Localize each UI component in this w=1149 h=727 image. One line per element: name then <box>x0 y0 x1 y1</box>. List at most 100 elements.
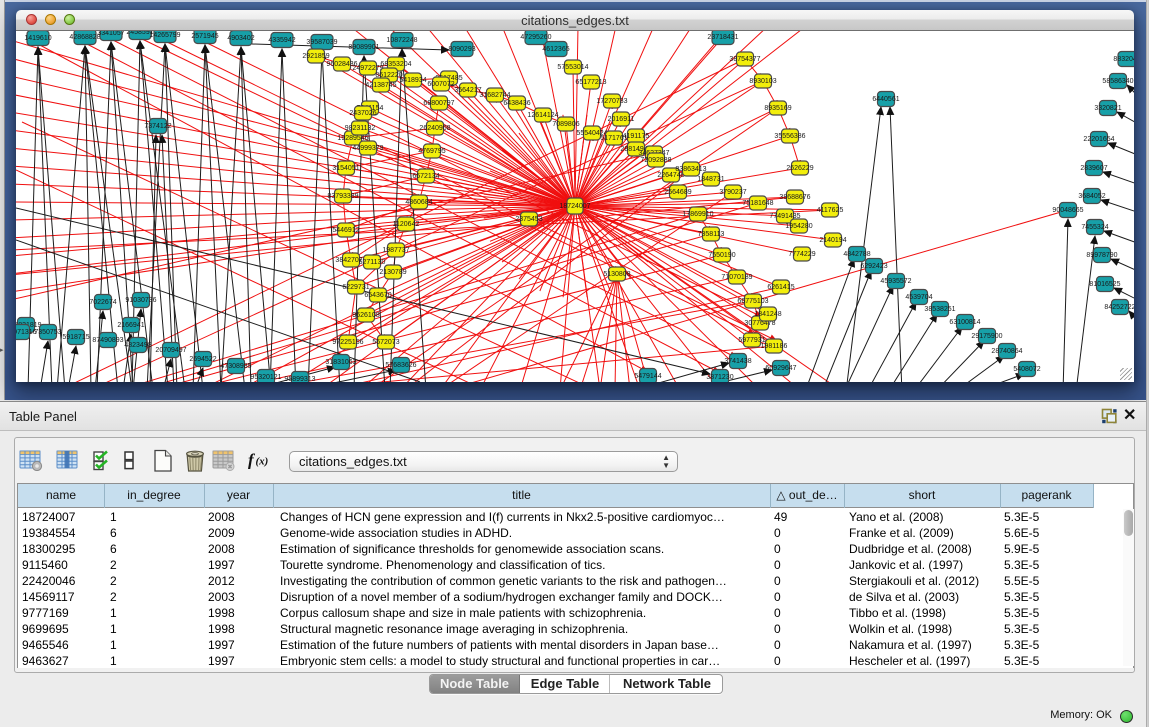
svg-text:45935572: 45935572 <box>880 278 911 285</box>
svg-text:8935169: 8935169 <box>764 105 791 112</box>
svg-text:89089901: 89089901 <box>348 44 379 51</box>
svg-text:10872248: 10872248 <box>386 37 417 44</box>
svg-text:2166941: 2166941 <box>117 322 144 329</box>
svg-text:24972279: 24972279 <box>352 65 383 72</box>
svg-text:20709497: 20709497 <box>155 347 186 354</box>
svg-text:(x): (x) <box>256 456 269 468</box>
svg-text:6007072: 6007072 <box>427 81 454 88</box>
svg-text:95899313: 95899313 <box>284 376 315 382</box>
svg-text:47308985: 47308985 <box>220 363 251 370</box>
svg-text:84252722: 84252722 <box>1104 304 1134 311</box>
svg-text:2564689: 2564689 <box>664 189 691 196</box>
svg-text:2921859: 2921859 <box>302 53 329 60</box>
svg-text:35556386: 35556386 <box>774 133 805 140</box>
svg-text:7089806: 7089806 <box>552 121 579 128</box>
svg-text:6229731: 6229731 <box>342 284 369 291</box>
svg-text:95320121: 95320121 <box>250 374 281 381</box>
svg-text:89978790: 89978790 <box>1086 252 1117 259</box>
svg-text:5918715: 5918715 <box>62 334 89 341</box>
svg-text:1848731: 1848731 <box>697 176 724 183</box>
svg-text:4191175: 4191175 <box>623 133 650 140</box>
svg-text:1981186: 1981186 <box>761 343 788 350</box>
svg-text:26240908: 26240908 <box>419 125 450 132</box>
svg-text:1954280: 1954280 <box>785 223 812 230</box>
svg-text:2264748: 2264748 <box>657 172 684 179</box>
svg-text:87490893: 87490893 <box>92 337 123 344</box>
svg-text:28740864: 28740864 <box>991 348 1022 355</box>
svg-text:6438436: 6438436 <box>503 100 530 107</box>
svg-text:8090293: 8090293 <box>448 46 475 53</box>
svg-text:14265799: 14265799 <box>149 32 180 39</box>
svg-text:3154051: 3154051 <box>332 165 359 172</box>
svg-text:6440561: 6440561 <box>872 96 899 103</box>
svg-text:2437026: 2437026 <box>349 110 376 117</box>
svg-text:88320463: 88320463 <box>1113 56 1134 63</box>
svg-text:5408072: 5408072 <box>1013 366 1040 373</box>
svg-text:60929647: 60929647 <box>765 365 796 372</box>
svg-text:7774229: 7774229 <box>788 251 815 258</box>
svg-text:31682744: 31682744 <box>479 92 510 99</box>
svg-text:5479144: 5479144 <box>634 373 661 380</box>
svg-text:17270733: 17270733 <box>596 98 627 105</box>
svg-text:4539704: 4539704 <box>905 294 932 301</box>
svg-text:4612365: 4612365 <box>542 46 569 53</box>
svg-text:66775103: 66775103 <box>737 298 768 305</box>
svg-text:2016911: 2016911 <box>608 116 635 123</box>
svg-text:2375453: 2375453 <box>515 216 542 223</box>
svg-text:38538251: 38538251 <box>924 306 955 313</box>
svg-text:44999379: 44999379 <box>352 145 383 152</box>
svg-text:6261415: 6261415 <box>767 284 794 291</box>
svg-text:72092888: 72092888 <box>640 157 671 164</box>
svg-text:8930103: 8930103 <box>749 78 776 85</box>
svg-text:98231132: 98231132 <box>345 125 376 132</box>
svg-text:3871230: 3871230 <box>706 374 733 381</box>
svg-text:68353204: 68353204 <box>380 61 411 68</box>
svg-text:81016525: 81016525 <box>1089 281 1120 288</box>
svg-text:5446912: 5446912 <box>332 227 359 234</box>
svg-text:5672073: 5672073 <box>372 339 399 346</box>
svg-text:31831063: 31831063 <box>325 359 356 366</box>
svg-text:7550190: 7550190 <box>708 252 735 259</box>
svg-text:7022674: 7022674 <box>89 299 116 306</box>
svg-text:83863413: 83863413 <box>675 166 706 173</box>
svg-text:6292423: 6292423 <box>860 263 887 270</box>
svg-text:1841248: 1841248 <box>754 311 781 318</box>
svg-text:17869910: 17869910 <box>682 211 713 218</box>
svg-text:2626229: 2626229 <box>786 165 813 172</box>
svg-text:90048665: 90048665 <box>1052 207 1083 214</box>
svg-text:3790237: 3790237 <box>719 189 746 196</box>
svg-text:23718431: 23718431 <box>707 34 738 41</box>
svg-text:7350753: 7350753 <box>34 329 61 336</box>
svg-text:5418934: 5418934 <box>399 77 426 84</box>
svg-text:1419610: 1419610 <box>24 35 51 42</box>
svg-text:3684052: 3684052 <box>1078 193 1105 200</box>
svg-text:4903402: 4903402 <box>227 35 254 42</box>
svg-text:91030736: 91030736 <box>125 297 156 304</box>
svg-text:39587039: 39587039 <box>306 39 337 46</box>
svg-text:9626108: 9626108 <box>352 312 379 319</box>
svg-text:4335942: 4335942 <box>268 37 295 44</box>
svg-text:97225156: 97225156 <box>332 339 363 346</box>
svg-text:3320821: 3320821 <box>1094 105 1121 112</box>
svg-text:1987737: 1987737 <box>382 247 409 254</box>
svg-text:3741438: 3741438 <box>724 358 751 365</box>
svg-text:6543670: 6543670 <box>364 292 391 299</box>
svg-text:4117625: 4117625 <box>817 207 844 214</box>
svg-text:2839607: 2839607 <box>1080 165 1107 172</box>
svg-text:12614124: 12614124 <box>527 112 558 119</box>
svg-text:6672134: 6672134 <box>412 173 439 180</box>
svg-text:38688676: 38688676 <box>779 194 810 201</box>
svg-text:63100814: 63100814 <box>949 319 980 326</box>
svg-text:57553014: 57553014 <box>557 64 588 71</box>
svg-text:7358113: 7358113 <box>698 231 725 238</box>
svg-text:2130789: 2130789 <box>379 269 406 276</box>
svg-text:38754377: 38754377 <box>729 56 760 63</box>
svg-text:6271130: 6271130 <box>359 259 386 266</box>
svg-text:7374122: 7374122 <box>144 123 171 130</box>
svg-text:4769795: 4769795 <box>418 148 445 155</box>
svg-text:4823498: 4823498 <box>124 342 151 349</box>
svg-text:68800797: 68800797 <box>423 100 454 107</box>
svg-text:71070189: 71070189 <box>721 274 752 281</box>
svg-text:22201654: 22201654 <box>1083 136 1114 143</box>
svg-text:2694522: 2694522 <box>189 356 216 363</box>
